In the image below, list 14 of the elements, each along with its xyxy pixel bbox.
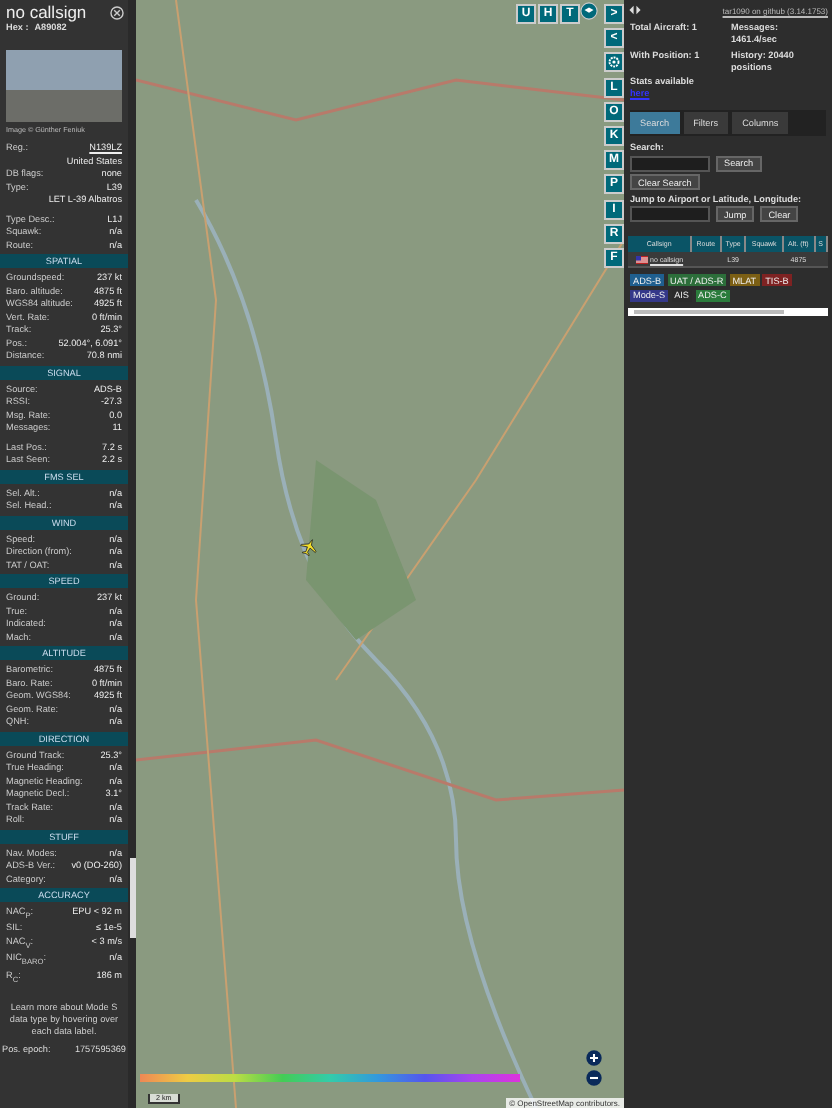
collapse-icon[interactable] bbox=[628, 4, 642, 16]
settings-icon[interactable] bbox=[604, 52, 624, 73]
aircraft-icon[interactable] bbox=[300, 538, 318, 556]
location-field[interactable] bbox=[630, 206, 710, 222]
horizontal-scrollbar[interactable] bbox=[628, 307, 828, 316]
zoom-in-icon[interactable] bbox=[586, 1050, 602, 1066]
layers-icon[interactable] bbox=[580, 2, 598, 20]
photo-placeholder bbox=[6, 50, 122, 122]
zoom-out-icon[interactable] bbox=[586, 1070, 602, 1086]
scrollbar-thumb[interactable] bbox=[129, 858, 135, 938]
close-icon[interactable] bbox=[110, 6, 124, 20]
flag-icon bbox=[636, 255, 649, 264]
aircraft-title: no callsign bbox=[6, 4, 87, 22]
search-field[interactable] bbox=[630, 155, 710, 171]
